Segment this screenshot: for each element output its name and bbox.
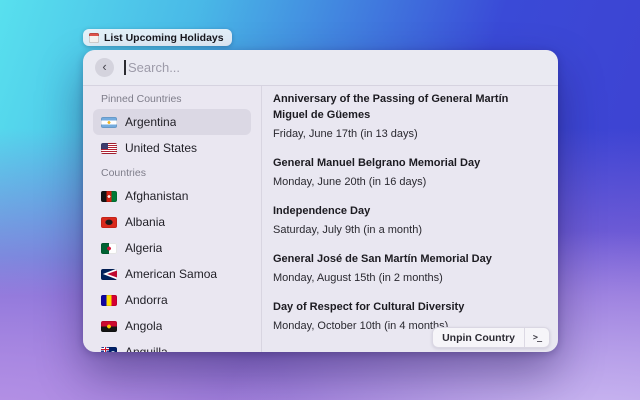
search-field (123, 50, 546, 85)
holiday-item: Anniversary of the Passing of General Ma… (273, 91, 544, 141)
country-label: American Samoa (125, 267, 217, 281)
country-label: Anguilla (125, 345, 168, 352)
holiday-date: Monday, August 15th (in 2 months) (273, 272, 544, 285)
holiday-title: General José de San Martín Memorial Day (273, 251, 535, 267)
holidays-panel: Anniversary of the Passing of General Ma… (262, 86, 558, 352)
country-label: Andorra (125, 293, 168, 307)
holiday-title: General Manuel Belgrano Memorial Day (273, 155, 535, 171)
american-samoa-flag-icon (101, 269, 117, 280)
search-bar: ‹ (83, 50, 558, 86)
sidebar-item-albania[interactable]: Albania (93, 209, 251, 235)
algeria-flag-icon (101, 243, 117, 254)
chevron-left-icon: ‹ (102, 60, 106, 73)
argentina-flag-icon (101, 117, 117, 128)
footer-actions: Unpin Country >_ (432, 327, 550, 348)
unpin-country-button[interactable]: Unpin Country (433, 328, 524, 347)
sidebar-item-united-states[interactable]: United States (93, 135, 251, 161)
command-chip[interactable]: List Upcoming Holidays (83, 29, 232, 46)
section-header-pinned-countries: Pinned Countries (93, 88, 251, 109)
holiday-date: Saturday, July 9th (in a month) (273, 224, 544, 237)
anguilla-flag-icon (101, 347, 117, 353)
text-caret (124, 60, 126, 75)
countries-sidebar: Pinned Countries Argentina United States… (83, 86, 262, 352)
holiday-item: Independence Day Saturday, July 9th (in … (273, 203, 544, 237)
afghanistan-flag-icon (101, 191, 117, 202)
holiday-date: Friday, June 17th (in 13 days) (273, 128, 544, 141)
sidebar-item-american-samoa[interactable]: American Samoa (93, 261, 251, 287)
terminal-prompt-icon: >_ (533, 333, 541, 343)
country-label: Algeria (125, 241, 162, 255)
country-label: Angola (125, 319, 162, 333)
country-label: Afghanistan (125, 189, 188, 203)
launcher-window: ‹ Pinned Countries Argentina United Stat… (83, 50, 558, 352)
sidebar-item-algeria[interactable]: Algeria (93, 235, 251, 261)
calendar-icon (89, 33, 99, 43)
holiday-title: Day of Respect for Cultural Diversity (273, 299, 535, 315)
command-chip-label: List Upcoming Holidays (104, 32, 224, 44)
angola-flag-icon (101, 321, 117, 332)
holiday-title: Independence Day (273, 203, 535, 219)
sidebar-item-afghanistan[interactable]: Afghanistan (93, 183, 251, 209)
holiday-title: Anniversary of the Passing of General Ma… (273, 91, 535, 123)
back-button[interactable]: ‹ (95, 58, 114, 77)
country-label: Albania (125, 215, 165, 229)
sidebar-item-andorra[interactable]: Andorra (93, 287, 251, 313)
section-header-countries: Countries (93, 161, 251, 183)
window-content: Pinned Countries Argentina United States… (83, 86, 558, 352)
albania-flag-icon (101, 217, 117, 228)
sidebar-item-angola[interactable]: Angola (93, 313, 251, 339)
holiday-date: Monday, June 20th (in 16 days) (273, 176, 544, 189)
andorra-flag-icon (101, 295, 117, 306)
terminal-prompt-button[interactable]: >_ (525, 328, 549, 347)
holiday-item: General José de San Martín Memorial Day … (273, 251, 544, 285)
sidebar-item-anguilla[interactable]: Anguilla (93, 339, 251, 352)
search-input[interactable] (123, 50, 546, 85)
holiday-item: General Manuel Belgrano Memorial Day Mon… (273, 155, 544, 189)
united-states-flag-icon (101, 143, 117, 154)
sidebar-item-argentina[interactable]: Argentina (93, 109, 251, 135)
country-label: Argentina (125, 115, 176, 129)
country-label: United States (125, 141, 197, 155)
